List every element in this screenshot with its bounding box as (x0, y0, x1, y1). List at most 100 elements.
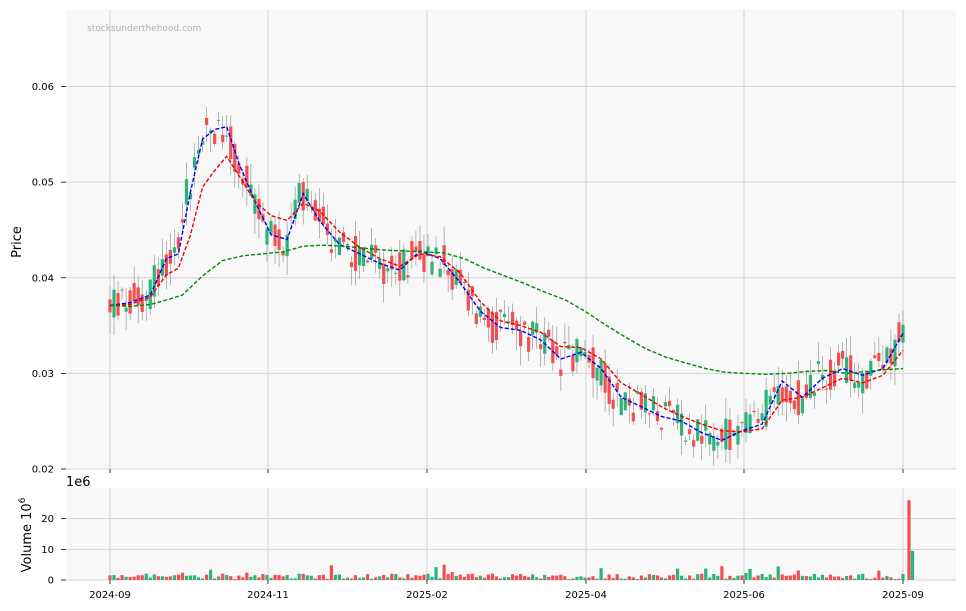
volume-bar (712, 573, 716, 580)
volume-bar (474, 577, 478, 580)
volume-bar (816, 577, 821, 580)
candle-body (756, 418, 760, 423)
candle-body (430, 261, 434, 275)
volume-bar (200, 578, 205, 580)
volume-bar (414, 575, 418, 580)
volume-axis-title-text: Volume 10 (20, 503, 35, 572)
volume-bar (627, 576, 631, 580)
candle-body (269, 221, 273, 234)
candle-body (136, 287, 140, 306)
volume-bar (333, 574, 338, 580)
candle-body (370, 244, 374, 259)
volume-bar (253, 575, 257, 580)
volume-bar (680, 575, 684, 580)
volume-bar (196, 577, 201, 580)
price-y-ticks: 0.02 0.03 0.04 0.05 0.06 (32, 82, 66, 476)
volume-bar (257, 577, 261, 580)
volume-bar (502, 577, 507, 580)
volume-bar (345, 577, 350, 580)
volume-bar (535, 577, 539, 580)
volume-bar (273, 574, 277, 580)
volume-bar (531, 574, 535, 580)
candle-body (663, 402, 668, 407)
volume-bar (567, 579, 571, 580)
volume-bar (800, 575, 804, 580)
candle-body (446, 270, 450, 276)
candle-body (647, 413, 652, 415)
candle-body (736, 425, 740, 445)
volume-bar (559, 574, 563, 580)
volume-bar (607, 574, 611, 580)
volume-bar (120, 575, 124, 580)
volume-bar (639, 575, 643, 580)
candle-body (873, 355, 877, 359)
candle-body (849, 355, 853, 381)
volume-bar (849, 575, 853, 580)
volume-bar (643, 577, 647, 580)
volume-bar (221, 573, 225, 580)
candle-body (213, 133, 217, 144)
volume-bar (188, 575, 193, 580)
volume-bar (160, 576, 164, 580)
candle-body (313, 200, 317, 221)
volume-bar (724, 578, 728, 580)
volume-bar (563, 576, 567, 580)
volume-spike-bar (910, 550, 915, 580)
candle-body (740, 422, 744, 424)
volume-bar (675, 568, 680, 580)
volume-bar (438, 578, 442, 580)
candle-body (555, 346, 559, 356)
volume-bar (692, 578, 696, 580)
volume-bar (176, 574, 181, 580)
candle-body (434, 247, 438, 255)
volume-bar (571, 578, 575, 580)
volume-bar (808, 576, 813, 580)
chart-svg: 0.02 0.03 0.04 0.05 0.06 stocksunderthehood.… (10, 10, 956, 601)
volume-bar (277, 574, 281, 580)
candle-body (659, 427, 664, 430)
volume-bar (744, 572, 748, 580)
volume-bar (462, 576, 466, 580)
volume-bar (168, 576, 172, 580)
volume-bar (659, 577, 664, 580)
candle-body (172, 247, 177, 253)
volume-bar (716, 575, 720, 580)
candle-body (563, 341, 567, 344)
candle-body (345, 243, 350, 246)
x-tick-label: 2025-06 (723, 590, 765, 601)
candle-body (394, 272, 398, 274)
volume-bar (877, 570, 881, 580)
volume-bar (732, 577, 736, 580)
volume-bar (386, 577, 390, 580)
volume-axis-title: Volume 106 (18, 497, 35, 572)
volume-bar (663, 578, 668, 580)
volume-bar (478, 575, 482, 580)
candle-body (760, 413, 764, 421)
volume-bar (209, 569, 213, 580)
volume-bar (832, 576, 837, 580)
candle-body (575, 339, 579, 363)
candle-body (410, 241, 414, 260)
volume-bar (728, 575, 732, 580)
volume-bar (269, 577, 273, 580)
volume-bar (341, 578, 346, 580)
candle-body (547, 329, 551, 337)
volume-bar (893, 579, 897, 580)
volume-bar (543, 574, 547, 580)
candle-body (776, 386, 780, 405)
volume-bar (140, 575, 144, 580)
volume-bar (442, 564, 446, 580)
volume-bar (889, 577, 893, 580)
price-y-tick-label: 0.04 (32, 273, 54, 284)
candle-body (184, 179, 189, 205)
volume-bar (301, 573, 305, 580)
volume-bar (229, 576, 233, 580)
volume-bar (132, 576, 136, 580)
volume-bar (309, 575, 313, 580)
volume-bar (820, 574, 825, 580)
candle-body (603, 363, 607, 393)
candle-body (192, 157, 197, 168)
volume-bar (720, 566, 724, 580)
candle-body (857, 382, 861, 388)
volume-bar (402, 578, 406, 580)
